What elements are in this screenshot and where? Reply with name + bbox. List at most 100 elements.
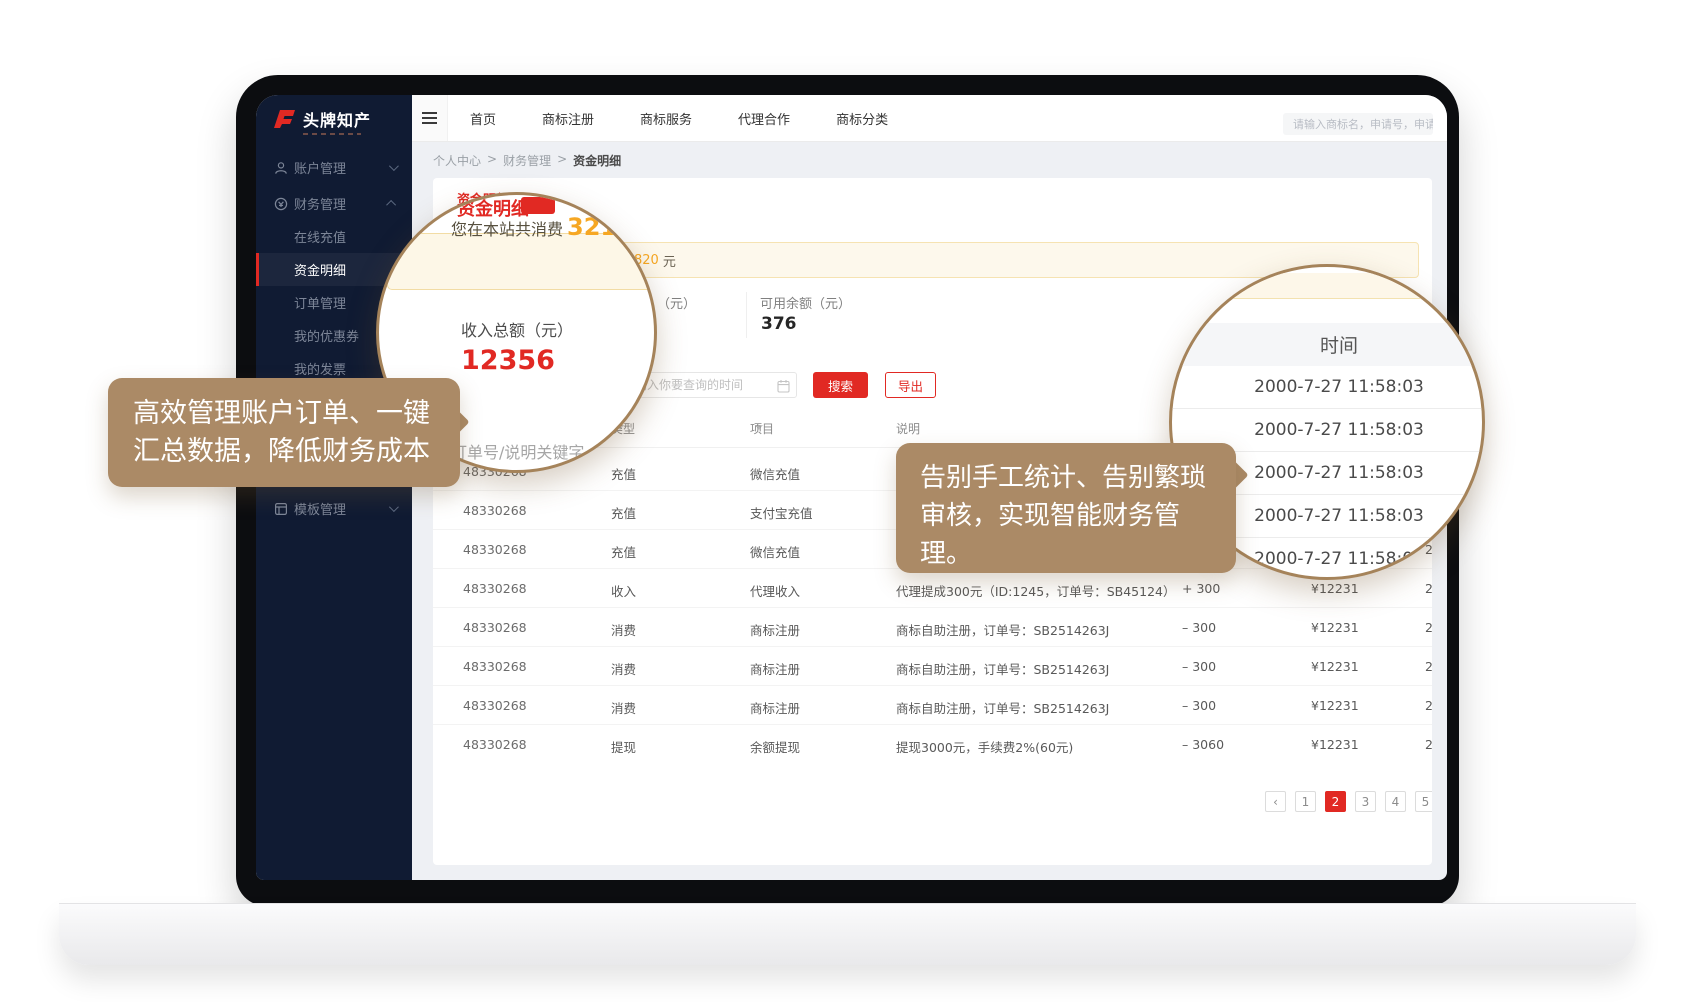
sidebar-item-template[interactable]: 模板管理	[256, 492, 412, 525]
pagination-page-2-active[interactable]: 2	[1325, 791, 1346, 812]
cell-time: 2000-7-27 11:58:03	[1425, 698, 1432, 713]
callout-text: 告别手工统计、告别繁琐	[920, 459, 1236, 497]
sidebar-item-finance[interactable]: 财务管理	[256, 187, 412, 220]
magnified-time-cell: 2000-7-27 11:58:03	[1172, 366, 1485, 409]
nav-link-agency[interactable]: 代理合作	[738, 109, 790, 128]
template-icon	[274, 502, 288, 516]
cell-balance: ¥12231	[1311, 737, 1359, 752]
breadcrumb-item[interactable]: 财务管理	[503, 152, 551, 169]
cell-project: 微信充值	[750, 542, 800, 561]
cell-type: 消费	[611, 659, 636, 678]
sidebar-item-label: 资金明细	[294, 260, 346, 279]
logo-icon	[272, 108, 296, 130]
sidebar: 头牌知产 账户管理 财务管理	[256, 95, 412, 880]
magnified-banner-text: 您在本站共消费32124元	[451, 213, 657, 241]
cell-order: 48330268	[463, 620, 527, 635]
nav-link-tm-service[interactable]: 商标服务	[640, 109, 692, 128]
cell-project: 支付宝充值	[750, 503, 813, 522]
cell-amount: – 300	[1182, 620, 1216, 635]
cell-order: 48330268	[463, 737, 527, 752]
cell-amount: – 3060	[1182, 737, 1224, 752]
magnified-income-value: 12356	[461, 345, 555, 376]
nav-link-tm-register[interactable]: 商标注册	[542, 109, 594, 128]
table-row: 48330268 消费 商标注册 商标自助注册，订单号：SB2514263J –…	[433, 686, 1432, 725]
hamburger-menu-icon[interactable]	[412, 95, 448, 141]
pagination-page-4[interactable]: 4	[1385, 791, 1406, 812]
table-row: 48330268 消费 商标注册 商标自助注册，订单号：SB2514263J –…	[433, 647, 1432, 686]
chevron-up-icon	[386, 200, 396, 210]
cell-project: 余额提现	[750, 737, 800, 756]
cell-project: 商标注册	[750, 698, 800, 717]
cell-type: 充值	[611, 503, 636, 522]
pagination-page-1[interactable]: 1	[1295, 791, 1316, 812]
pagination-page-5[interactable]: 5	[1415, 791, 1432, 812]
table-row: 48330268 消费 商标注册 商标自助注册，订单号：SB2514263J –…	[433, 608, 1432, 647]
chevron-down-icon	[389, 502, 399, 512]
cell-order: 48330268	[463, 659, 527, 674]
cell-type: 收入	[611, 581, 636, 600]
laptop-base	[59, 903, 1636, 965]
logo: 头牌知产	[272, 107, 371, 131]
banner-unit: 元	[663, 251, 676, 270]
breadcrumb-item[interactable]: 个人中心	[433, 152, 481, 169]
sidebar-item-label: 我的发票	[294, 359, 346, 378]
callout-text: 审核，实现智能财务管	[920, 497, 1236, 535]
cell-desc: 提现3000元，手续费2%(60元)	[896, 737, 1073, 756]
cell-time: 2000-7-27 11:58:03	[1425, 737, 1432, 752]
magnified-order-header: 订单号/说明关键字	[451, 439, 584, 463]
cell-desc: 商标自助注册，订单号：SB2514263J	[896, 620, 1109, 639]
cell-time: 2000-7-27 11:58:03	[1425, 659, 1432, 674]
col-desc-header: 说明	[896, 420, 920, 437]
cell-type: 消费	[611, 620, 636, 639]
callout-text: 汇总数据，降低财务成本	[133, 433, 460, 471]
table-row: 48330268 提现 余额提现 提现3000元，手续费2%(60元) – 30…	[433, 725, 1432, 764]
sidebar-item-label: 订单管理	[294, 293, 346, 312]
breadcrumb: 个人中心 > 财务管理 > 资金明细	[433, 152, 621, 169]
magnified-time-header: 时间	[1172, 323, 1485, 366]
stat-balance-label: 可用余额（元）	[760, 293, 851, 312]
search-input[interactable]	[1283, 113, 1433, 135]
cell-amount: – 300	[1182, 698, 1216, 713]
cell-balance: ¥12231	[1311, 659, 1359, 674]
callout-left: 高效管理账户订单、一键 汇总数据，降低财务成本	[108, 378, 460, 487]
stat-expense-label: （元）	[657, 293, 696, 312]
page: 头牌知产 账户管理 财务管理	[0, 0, 1696, 1002]
user-icon	[274, 161, 288, 175]
col-project-header[interactable]: 项目	[750, 420, 763, 434]
cell-project: 代理收入	[750, 581, 800, 600]
finance-icon	[274, 197, 288, 211]
pagination-page-3[interactable]: 3	[1355, 791, 1376, 812]
sidebar-item-label: 财务管理	[294, 194, 346, 213]
magnified-banner-amount: 32124	[567, 213, 651, 241]
breadcrumb-separator: >	[487, 152, 497, 169]
nav-link-home[interactable]: 首页	[470, 109, 496, 128]
cell-type: 消费	[611, 698, 636, 717]
cell-balance: ¥12231	[1311, 698, 1359, 713]
cell-type: 提现	[611, 737, 636, 756]
magnified-banner-strip	[1172, 273, 1485, 299]
sidebar-item-label: 在线充值	[294, 227, 346, 246]
cell-type: 充值	[611, 464, 636, 483]
cell-amount: – 300	[1182, 659, 1216, 674]
cell-desc: 商标自助注册，订单号：SB2514263J	[896, 659, 1109, 678]
magnified-red-badge	[521, 197, 555, 214]
search-button[interactable]: 搜索	[813, 372, 868, 398]
callout-text: 理。	[920, 535, 1236, 573]
cell-time: 2000-7-27 11:58:03	[1425, 581, 1432, 596]
cell-order: 48330268	[463, 581, 527, 596]
export-button[interactable]: 导出	[885, 372, 936, 398]
callout-text: 高效管理账户订单、一键	[133, 395, 460, 433]
cell-desc: 商标自助注册，订单号：SB2514263J	[896, 698, 1109, 717]
cell-balance: ¥12231	[1311, 620, 1359, 635]
breadcrumb-current: 资金明细	[573, 152, 621, 169]
top-nav: 首页 商标注册 商标服务 代理合作 商标分类	[412, 95, 1447, 142]
sidebar-item-account[interactable]: 账户管理	[256, 151, 412, 184]
cell-balance: ¥12231	[1311, 581, 1359, 596]
sidebar-item-label: 模板管理	[294, 499, 346, 518]
cell-project: 商标注册	[750, 620, 800, 639]
cell-time: 2000-7-27 11:58:03	[1425, 620, 1432, 635]
cell-project: 商标注册	[750, 659, 800, 678]
logo-title: 头牌知产	[303, 107, 371, 131]
nav-link-tm-category[interactable]: 商标分类	[836, 109, 888, 128]
pagination-prev[interactable]: ‹	[1265, 791, 1286, 812]
